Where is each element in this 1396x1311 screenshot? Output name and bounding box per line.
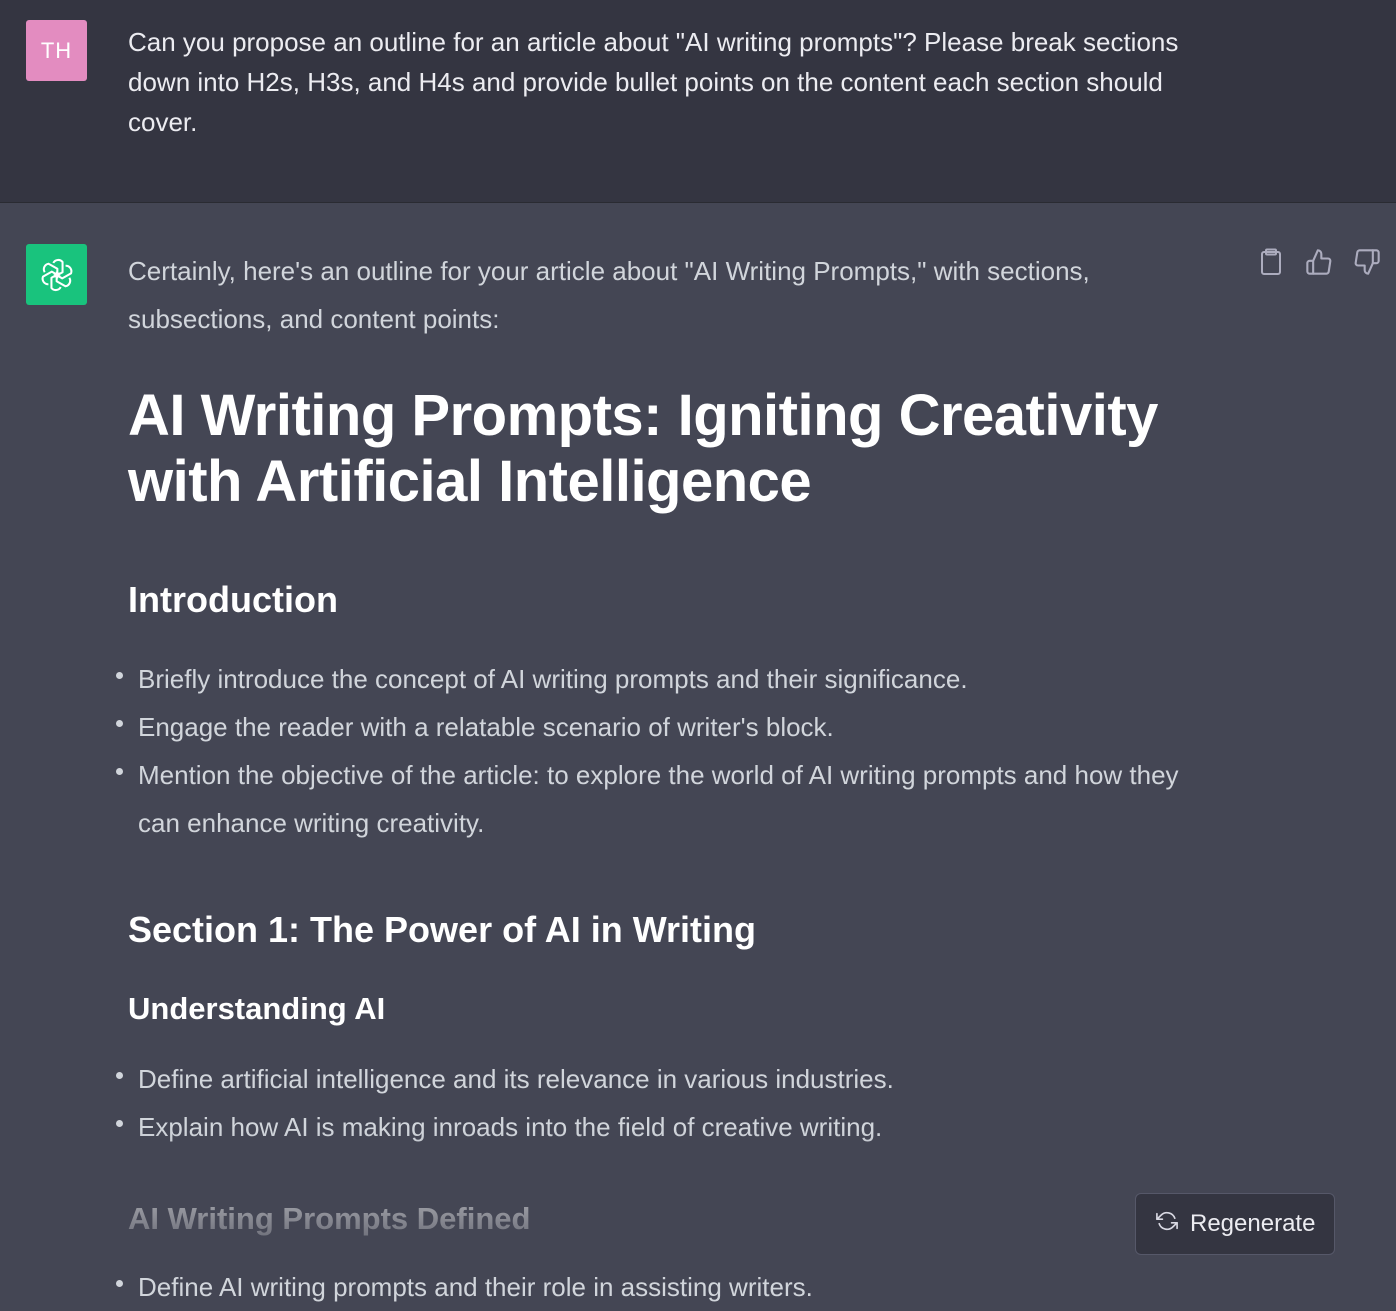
list-item: Define artificial intelligence and its r… bbox=[128, 1055, 1208, 1103]
user-initials: TH bbox=[41, 38, 72, 64]
refresh-icon bbox=[1156, 1210, 1178, 1239]
list-item: Briefly introduce the concept of AI writ… bbox=[128, 655, 1208, 703]
heading-understanding-ai: Understanding AI bbox=[128, 989, 1208, 1029]
assistant-message-row: Certainly, here's an outline for your ar… bbox=[0, 203, 1396, 1270]
regenerate-label: Regenerate bbox=[1190, 1210, 1315, 1238]
introduction-bullets: Briefly introduce the concept of AI writ… bbox=[128, 655, 1208, 847]
user-message-text: Can you propose an outline for an articl… bbox=[128, 22, 1188, 142]
article-title: AI Writing Prompts: Igniting Creativity … bbox=[128, 383, 1208, 515]
list-item: Define AI writing prompts and their role… bbox=[128, 1263, 1208, 1311]
ai-writing-prompts-defined-bullets: Define AI writing prompts and their role… bbox=[128, 1263, 1208, 1311]
list-item: Engage the reader with a relatable scena… bbox=[128, 703, 1208, 751]
heading-ai-writing-prompts-defined: AI Writing Prompts Defined bbox=[128, 1199, 1208, 1239]
regenerate-button[interactable]: Regenerate bbox=[1135, 1193, 1335, 1255]
thumbs-down-icon[interactable] bbox=[1352, 247, 1382, 277]
user-avatar: TH bbox=[26, 20, 87, 81]
heading-section-1: Section 1: The Power of AI in Writing bbox=[128, 908, 1208, 952]
openai-logo-icon bbox=[26, 244, 87, 305]
list-item: Explain how AI is making inroads into th… bbox=[128, 1103, 1208, 1151]
thumbs-up-icon[interactable] bbox=[1304, 247, 1334, 277]
assistant-intro-text: Certainly, here's an outline for your ar… bbox=[128, 247, 1208, 343]
user-message-row: TH Can you propose an outline for an art… bbox=[0, 0, 1396, 203]
list-item: Mention the objective of the article: to… bbox=[128, 751, 1208, 847]
heading-introduction: Introduction bbox=[128, 578, 1208, 622]
message-actions bbox=[1256, 247, 1382, 277]
understanding-ai-bullets: Define artificial intelligence and its r… bbox=[128, 1055, 1208, 1151]
copy-icon[interactable] bbox=[1256, 247, 1286, 277]
assistant-message-content: Certainly, here's an outline for your ar… bbox=[128, 247, 1208, 1311]
